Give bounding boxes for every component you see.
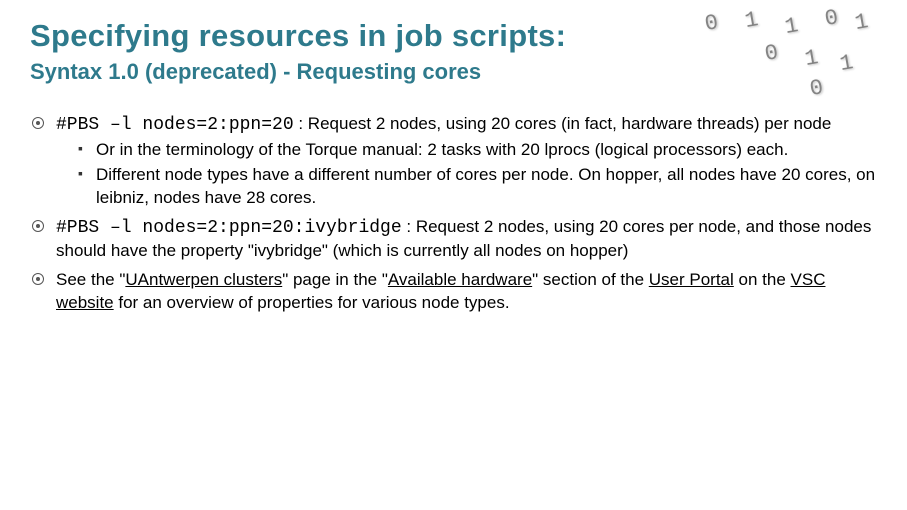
cube-glyph: 1 (838, 50, 855, 77)
content-region: #PBS –l nodes=2:ppn=20 : Request 2 nodes… (30, 113, 877, 315)
cube-glyph: 1 (743, 7, 760, 34)
bullet-item: #PBS –l nodes=2:ppn=20 : Request 2 nodes… (30, 113, 877, 210)
decorative-cubes-logo: 0 1 1 0 1 0 1 1 0 (695, 6, 885, 96)
slide: 0 1 1 0 1 0 1 1 0 Specifying resources i… (0, 0, 907, 510)
cube-glyph: 1 (853, 9, 870, 36)
cube-glyph: 1 (783, 13, 800, 40)
cube-glyph: 0 (808, 75, 825, 102)
code-snippet: #PBS –l nodes=2:ppn=20 (56, 115, 294, 135)
bullet-text: " page in the " (282, 270, 388, 289)
cube-glyph: 1 (803, 45, 820, 72)
code-snippet: #PBS –l nodes=2:ppn=20:ivybridge (56, 218, 402, 238)
bullet-text: : Request 2 nodes, using 20 cores (in fa… (294, 114, 832, 133)
link-user-portal[interactable]: User Portal (649, 270, 734, 289)
bullet-item: #PBS –l nodes=2:ppn=20:ivybridge : Reque… (30, 216, 877, 263)
bullet-item: See the "UAntwerpen clusters" page in th… (30, 269, 877, 315)
bullet-text: for an overview of properties for variou… (114, 293, 510, 312)
bullet-text: on the (734, 270, 791, 289)
cube-glyph: 0 (763, 40, 780, 67)
bullet-text: " section of the (532, 270, 649, 289)
link-uantwerpen-clusters[interactable]: UAntwerpen clusters (125, 270, 282, 289)
bullet-text: See the " (56, 270, 125, 289)
sub-bullet-item: Different node types have a different nu… (78, 164, 877, 210)
cube-glyph: 0 (823, 5, 840, 32)
cube-glyph: 0 (703, 10, 720, 37)
sub-bullet-item: Or in the terminology of the Torque manu… (78, 139, 877, 162)
link-available-hardware[interactable]: Available hardware (388, 270, 532, 289)
